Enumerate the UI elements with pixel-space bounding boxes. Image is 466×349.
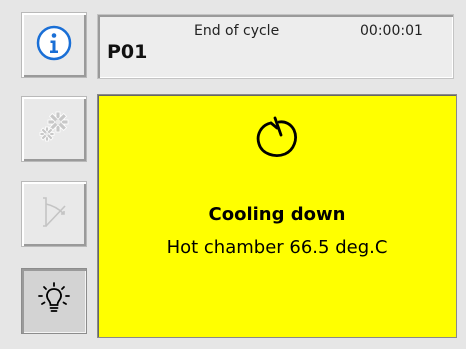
cycle-header: P01 End of cycle 00:00:01 [97, 14, 454, 79]
status-detail: Hot chamber 66.5 deg.C [166, 237, 388, 258]
cooling-icon [251, 111, 303, 167]
light-button[interactable] [21, 268, 87, 334]
info-icon [34, 23, 74, 67]
status-title: Cooling down [208, 204, 346, 225]
info-button[interactable] [21, 12, 87, 78]
gears-icon [34, 107, 74, 151]
light-bulb-icon [36, 281, 72, 321]
program-curve-icon [34, 192, 74, 236]
program-button[interactable] [21, 181, 87, 247]
status-panel: Cooling down Hot chamber 66.5 deg.C [97, 94, 457, 338]
program-id: P01 [107, 41, 148, 63]
cycle-status: End of cycle [194, 23, 280, 39]
settings-button[interactable] [21, 96, 87, 162]
cycle-timer: 00:00:01 [360, 23, 423, 39]
